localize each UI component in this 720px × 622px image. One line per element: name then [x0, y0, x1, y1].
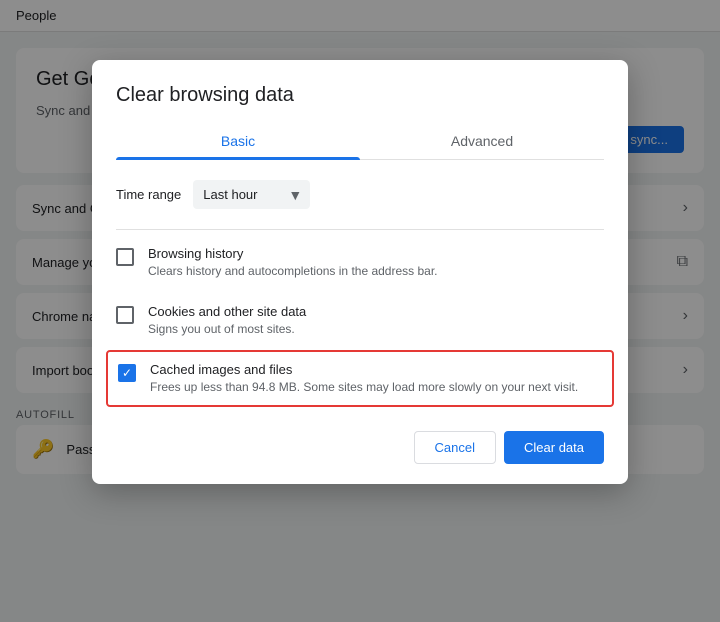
clear-data-button[interactable]: Clear data: [504, 431, 604, 464]
checkboxes-section: Browsing history Clears history and auto…: [116, 229, 604, 407]
time-range-label: Time range: [116, 187, 181, 202]
tab-basic[interactable]: Basic: [116, 123, 360, 159]
clear-browsing-data-dialog: Clear browsing data Basic Advanced Time …: [92, 60, 628, 484]
browsing-history-item: Browsing history Clears history and auto…: [116, 234, 604, 292]
dialog-actions: Cancel Clear data: [116, 431, 604, 464]
cookies-item: Cookies and other site data Signs you ou…: [116, 292, 604, 350]
time-range-select[interactable]: Last hour Last 24 hours Last 7 days Last…: [193, 180, 310, 209]
cookies-desc: Signs you out of most sites.: [148, 321, 306, 338]
cookies-label: Cookies and other site data: [148, 304, 306, 319]
cached-images-label: Cached images and files: [150, 362, 578, 377]
time-range-select-wrapper[interactable]: Last hour Last 24 hours Last 7 days Last…: [193, 180, 310, 209]
browsing-history-checkbox[interactable]: [116, 248, 134, 266]
cookies-checkbox[interactable]: [116, 306, 134, 324]
cached-images-checkbox[interactable]: [118, 364, 136, 382]
browsing-history-desc: Clears history and autocompletions in th…: [148, 263, 438, 280]
tab-advanced[interactable]: Advanced: [360, 123, 604, 159]
cached-images-desc: Frees up less than 94.8 MB. Some sites m…: [150, 379, 578, 396]
time-range-row: Time range Last hour Last 24 hours Last …: [116, 180, 604, 209]
browsing-history-label: Browsing history: [148, 246, 438, 261]
dialog-tabs: Basic Advanced: [116, 123, 604, 160]
cancel-button[interactable]: Cancel: [414, 431, 496, 464]
dialog-title: Clear browsing data: [116, 84, 604, 107]
cached-images-item: Cached images and files Frees up less th…: [106, 350, 614, 408]
